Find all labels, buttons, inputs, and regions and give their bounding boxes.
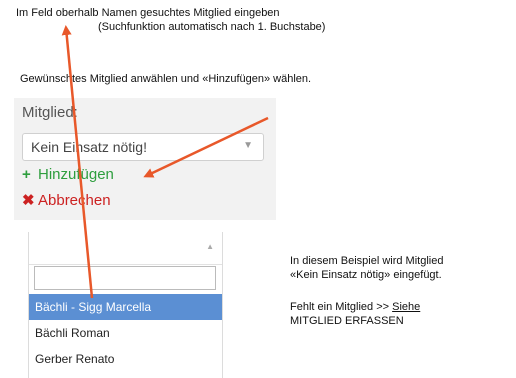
cancel-button[interactable]: ✖ Abbrechen (22, 191, 111, 209)
dropdown-option[interactable]: Bächli Roman (29, 320, 222, 346)
x-icon: ✖ (22, 192, 35, 209)
plus-icon: + (22, 166, 31, 183)
dropdown-search-input[interactable] (34, 266, 216, 290)
dropdown-option[interactable]: Bächli - Sigg Marcella (29, 294, 222, 320)
chevron-down-icon: ▼ (243, 140, 253, 151)
dropdown-option[interactable]: Gerber Renato (29, 346, 222, 372)
side-note-line-3: Fehlt ein Mitglied >> Siehe (290, 300, 420, 314)
add-button-label: Hinzufügen (38, 166, 114, 183)
chevron-up-icon: ▲ (206, 242, 214, 251)
side-note-prefix: Fehlt ein Mitglied >> (290, 301, 393, 313)
cancel-button-label: Abbrechen (38, 192, 111, 209)
instruction-line-3: Gewünschtes Mitglied anwählen und «Hinzu… (20, 73, 312, 85)
instruction-line-2: (Suchfunktion automatisch nach 1. Buchst… (98, 21, 326, 33)
side-note-line-2: «Kein Einsatz nötig» eingefügt. (290, 269, 442, 281)
side-note-line-1: In diesem Beispiel wird Mitglied (290, 255, 444, 267)
member-select-value: Kein Einsatz nötig! (31, 139, 147, 155)
dropdown-header[interactable]: ▲ (29, 232, 222, 265)
side-note-line-4: MITGLIED ERFASSEN (290, 315, 404, 327)
member-select[interactable]: Kein Einsatz nötig! ▼ (22, 133, 264, 161)
member-field-label: Mitglied: (22, 104, 78, 121)
instruction-line-1: Im Feld oberhalb Namen gesuchtes Mitglie… (16, 7, 280, 19)
add-button[interactable]: + Hinzufügen (22, 166, 114, 183)
siehe-link[interactable]: Siehe (392, 301, 420, 313)
member-dropdown: ▲ Bächli - Sigg Marcella Bächli Roman Ge… (28, 232, 223, 378)
